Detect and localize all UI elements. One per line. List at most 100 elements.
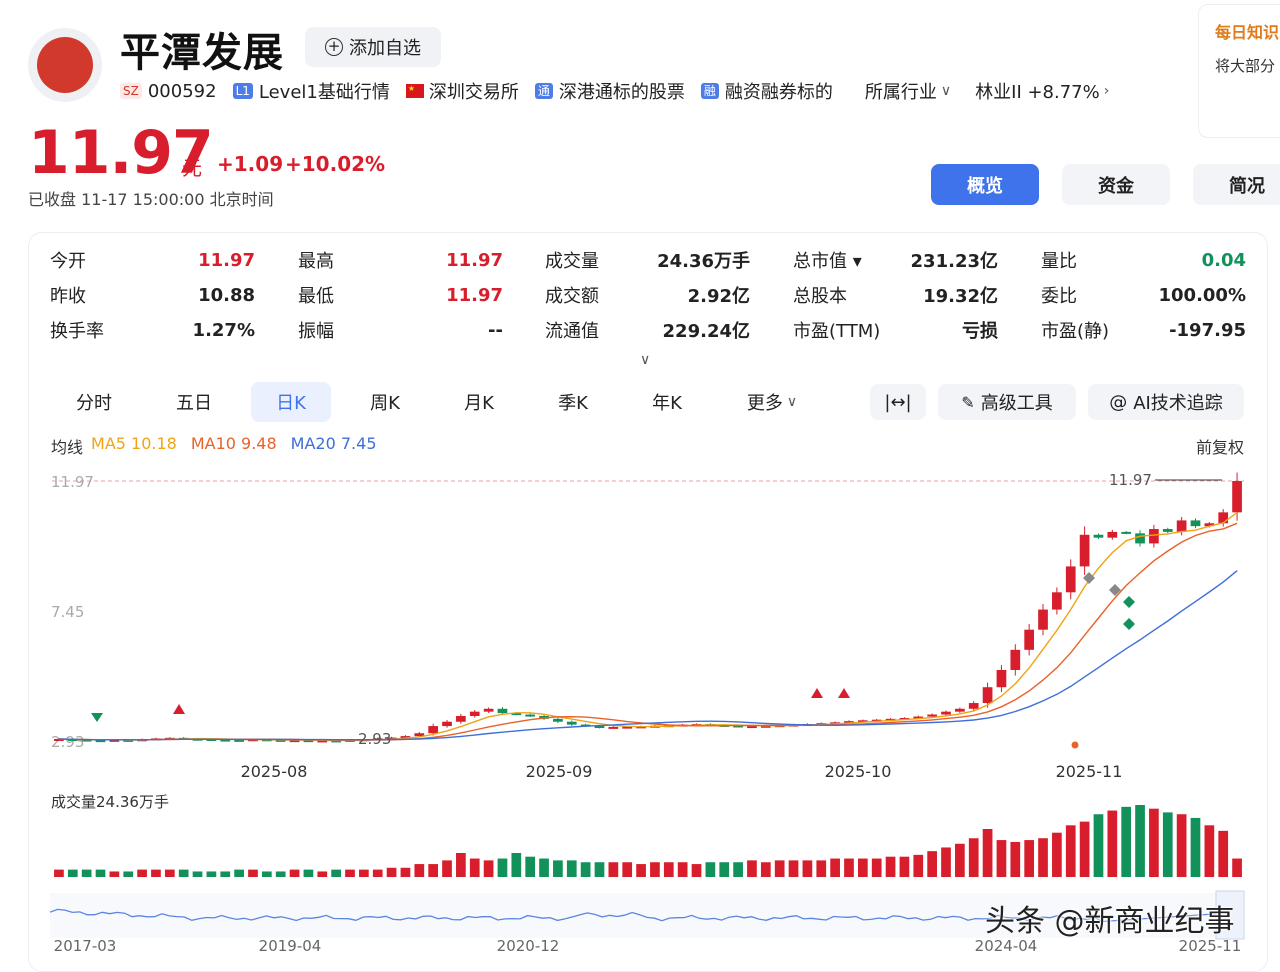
candle-body bbox=[1218, 512, 1229, 524]
volume-bar bbox=[109, 871, 120, 877]
x-tick-label: 2025-11 bbox=[1056, 762, 1123, 781]
candle-body bbox=[1176, 520, 1187, 532]
volume-bar bbox=[164, 869, 175, 877]
volume-bar bbox=[913, 854, 924, 877]
kline-chart[interactable]: 11.97 7.45 2.93 11.97 2.93 2025-08 2025-09 2025… bbox=[0, 0, 1280, 961]
volume-bar bbox=[871, 858, 882, 877]
volume-bar bbox=[733, 862, 743, 877]
volume-bar bbox=[1190, 817, 1201, 877]
volume-bar bbox=[885, 856, 896, 877]
volume-bar bbox=[345, 869, 355, 877]
volume-bar bbox=[400, 867, 411, 877]
candle-body bbox=[1093, 534, 1104, 538]
candle-body bbox=[1162, 529, 1173, 532]
volume-bar bbox=[802, 860, 813, 877]
volume-bar bbox=[206, 871, 217, 877]
volume-bar bbox=[553, 860, 563, 877]
candle-body bbox=[428, 726, 439, 734]
volume-bar bbox=[816, 860, 827, 877]
volume-bar bbox=[81, 869, 92, 877]
volume-bar bbox=[1107, 810, 1118, 877]
volume-bar bbox=[1024, 840, 1035, 877]
volume-bar bbox=[636, 864, 646, 877]
volume-bar bbox=[1010, 841, 1021, 877]
volume-bar bbox=[539, 858, 549, 877]
volume-bar bbox=[677, 862, 688, 877]
sell-signal-icon bbox=[838, 688, 850, 698]
volume-bar bbox=[747, 860, 757, 877]
volume-bar bbox=[192, 871, 203, 877]
x-tick-label: 2025-08 bbox=[241, 762, 308, 781]
volume-bar bbox=[844, 858, 854, 877]
volume-bar bbox=[414, 864, 425, 877]
volume-bar bbox=[899, 856, 910, 877]
ma10-line bbox=[58, 522, 1238, 741]
signal-diamond-icon bbox=[1123, 618, 1135, 630]
volume-bar bbox=[996, 840, 1007, 877]
volume-bar bbox=[1204, 825, 1215, 877]
volume-bar bbox=[497, 858, 508, 877]
volume-bar bbox=[178, 869, 189, 877]
volume-bar bbox=[1093, 814, 1104, 877]
candle-body bbox=[1232, 481, 1242, 513]
y-label-mid: 7.45 bbox=[51, 603, 84, 621]
volume-bar bbox=[456, 853, 466, 877]
x-tick-label: 2025-09 bbox=[526, 762, 593, 781]
volume-bar bbox=[289, 869, 300, 877]
candle-body bbox=[941, 711, 951, 715]
candle-body bbox=[525, 714, 536, 717]
volume-bar bbox=[955, 843, 965, 877]
volume-bar bbox=[927, 851, 937, 877]
candle-body bbox=[1149, 529, 1159, 544]
candle-body bbox=[234, 739, 244, 742]
navigator-date-label: 2017-03 bbox=[54, 937, 117, 955]
volume-bar bbox=[663, 862, 674, 877]
volume-bar bbox=[275, 871, 286, 877]
volume-bar bbox=[525, 856, 536, 877]
y-label-min: 2.93 bbox=[51, 733, 84, 751]
candle-body bbox=[553, 718, 563, 722]
candle-body bbox=[1052, 592, 1062, 610]
volume-bar bbox=[151, 869, 161, 877]
candle-body bbox=[497, 708, 508, 714]
volume-bar bbox=[705, 862, 716, 877]
volume-bar bbox=[1079, 821, 1090, 877]
volume-bar bbox=[261, 871, 272, 877]
candle-body bbox=[1024, 629, 1035, 650]
candle-body bbox=[1010, 649, 1021, 670]
candle-body bbox=[1135, 533, 1145, 544]
volume-bar bbox=[1149, 808, 1159, 877]
volume-bar bbox=[760, 862, 771, 877]
volume-bar bbox=[372, 869, 383, 877]
candle-body bbox=[927, 714, 937, 717]
volume-bar bbox=[303, 869, 314, 877]
sell-signal-icon bbox=[811, 688, 823, 698]
candle-body bbox=[955, 708, 965, 712]
volume-bar bbox=[1052, 832, 1062, 877]
event-dot-icon bbox=[1071, 741, 1079, 749]
candle-body bbox=[968, 703, 979, 709]
volume-bar bbox=[1065, 825, 1076, 877]
volume-bar bbox=[1162, 812, 1173, 877]
candle-body bbox=[1121, 531, 1132, 534]
candle-body bbox=[747, 726, 757, 729]
volume-bar bbox=[54, 869, 64, 877]
sell-signal-icon bbox=[173, 704, 185, 714]
volume-bar bbox=[774, 860, 785, 877]
volume-bar bbox=[1218, 830, 1229, 877]
volume-bar bbox=[788, 860, 799, 877]
volume-bar bbox=[1121, 806, 1132, 877]
volume-bar bbox=[137, 869, 147, 877]
x-tick-label: 2025-10 bbox=[825, 762, 892, 781]
volume-bar bbox=[1038, 838, 1048, 877]
volume-bar bbox=[95, 869, 106, 877]
low-annotation: 2.93 bbox=[358, 730, 391, 748]
candle-body bbox=[442, 721, 452, 727]
candle-body bbox=[1065, 566, 1076, 593]
candle-body bbox=[566, 721, 577, 725]
candle-body bbox=[456, 715, 466, 722]
volume-bar bbox=[580, 862, 591, 877]
volume-bar bbox=[359, 869, 369, 877]
candle-body bbox=[982, 687, 993, 704]
volume-label: 成交量24.36万手 bbox=[51, 793, 169, 811]
